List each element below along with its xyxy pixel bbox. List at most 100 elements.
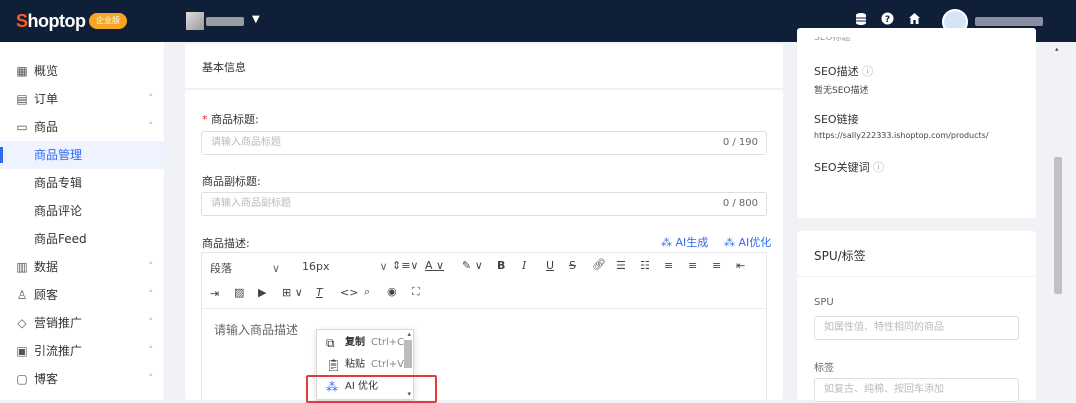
- chevron-down-icon: ∨: [379, 260, 388, 273]
- scroll-up-icon[interactable]: ▴: [1055, 45, 1059, 53]
- chevron-down-icon: ˅: [148, 318, 154, 328]
- chevron-down-icon: ˅: [148, 374, 154, 384]
- indent-icon[interactable]: ⇤: [736, 259, 745, 272]
- paste-icon: 📋︎: [326, 358, 342, 372]
- tag-input[interactable]: 如复古、纯棉、按回车添加: [814, 378, 1019, 402]
- section-title: 基本信息: [202, 61, 246, 74]
- store-name[interactable]: [206, 17, 244, 26]
- seo-title-cutoff: SEO标题: [814, 37, 851, 43]
- marketing-icon: ◇: [17, 316, 27, 330]
- sidebar-item-customers[interactable]: ♙ 顾客 ˅: [0, 281, 165, 309]
- info-icon: ⓘ: [862, 65, 874, 78]
- paragraph-select[interactable]: 段落 ∨: [210, 260, 280, 276]
- sidebar-item-orders[interactable]: ▤ 订单 ˅: [0, 85, 165, 113]
- customer-icon: ♙: [16, 288, 28, 302]
- overview-icon: ▦: [16, 64, 28, 78]
- spu-label: SPU: [814, 297, 834, 308]
- sidebar-item-marketing[interactable]: ◇ 营销推广 ˅: [0, 309, 165, 337]
- sidebar-item-products[interactable]: ▭ 商品 ˄: [0, 113, 165, 141]
- font-color-icon[interactable]: A ∨: [425, 259, 444, 272]
- highlight-icon[interactable]: ✎ ∨: [462, 259, 483, 272]
- italic-icon[interactable]: I: [522, 259, 526, 272]
- shoptop-logo[interactable]: Shoptop: [16, 11, 86, 32]
- store-dropdown-icon[interactable]: ▼: [252, 14, 260, 25]
- user-name[interactable]: [975, 17, 1043, 26]
- ai-wand-icon: ⁂: [661, 236, 672, 249]
- copy-icon: ⧉: [326, 336, 335, 350]
- description-label: 商品描述:: [202, 237, 250, 250]
- align-center-icon[interactable]: ≡: [688, 259, 697, 272]
- numbered-list-icon[interactable]: ☷: [640, 259, 650, 272]
- edition-badge: 企业版: [89, 13, 127, 29]
- svg-text:?: ?: [884, 15, 889, 25]
- sidebar-item-product-management[interactable]: 商品管理: [0, 141, 165, 169]
- spu-input[interactable]: 如属性值、特性相同的商品: [814, 316, 1019, 340]
- store-avatar[interactable]: [186, 12, 204, 30]
- sidebar-item-data[interactable]: ▥ 数据 ˅: [0, 253, 165, 281]
- seo-card: SEO标题 SEO描述 ⓘ 暂无SEO描述 SEO链接 https://sall…: [797, 28, 1036, 218]
- traffic-icon: ▣: [16, 344, 28, 358]
- toolbar-divider: [201, 308, 767, 309]
- underline-icon[interactable]: U: [546, 259, 554, 272]
- context-scrollbar[interactable]: [404, 340, 412, 368]
- basic-info-header: 基本信息: [185, 44, 783, 89]
- table-icon[interactable]: ⊞ ∨: [282, 286, 303, 299]
- outdent-icon[interactable]: ⇥: [210, 287, 219, 300]
- line-height-icon[interactable]: ⇕≡∨: [392, 259, 419, 272]
- link-icon[interactable]: 🔗︎: [592, 258, 606, 271]
- seo-link-value: https://sally222333.ishoptop.com/product…: [814, 131, 989, 140]
- context-paste[interactable]: 📋︎ 粘贴 Ctrl+V: [317, 354, 407, 376]
- order-icon: ▤: [16, 92, 28, 106]
- chevron-up-icon: ˄: [148, 122, 154, 132]
- seo-description-label: SEO描述 ⓘ: [814, 65, 874, 78]
- align-right-icon[interactable]: ≡: [712, 259, 721, 272]
- sidebar-item-product-reviews[interactable]: 商品评论: [0, 197, 165, 225]
- chevron-down-icon: ∨: [272, 262, 281, 275]
- align-left-icon[interactable]: ≡: [664, 259, 673, 272]
- divider: [797, 276, 1036, 277]
- search-icon[interactable]: ⌕: [364, 285, 370, 299]
- chevron-down-icon: ˅: [148, 94, 154, 104]
- video-icon[interactable]: ▶: [258, 286, 266, 299]
- scroll-up-icon[interactable]: ▴: [407, 330, 411, 338]
- blog-icon: ▢: [16, 372, 28, 386]
- data-icon: ▥: [16, 260, 28, 274]
- ai-optimize-button[interactable]: ⁂ AI优化: [724, 234, 771, 250]
- chevron-down-icon: ˅: [148, 290, 154, 300]
- seo-link-label: SEO链接: [814, 113, 859, 126]
- font-size-select[interactable]: 16px ∨: [302, 260, 388, 273]
- sidebar-item-product-collections[interactable]: 商品专辑: [0, 169, 165, 197]
- help-icon[interactable]: ?: [879, 12, 895, 28]
- sidebar-item-product-feed[interactable]: 商品Feed: [0, 225, 165, 253]
- preview-icon[interactable]: ◉: [387, 285, 397, 298]
- chevron-down-icon: ˅: [148, 346, 154, 356]
- sidebar-item-traffic[interactable]: ▣ 引流推广 ˅: [0, 337, 165, 365]
- editor-placeholder[interactable]: 请输入商品描述: [214, 321, 298, 338]
- context-copy[interactable]: ⧉ 复制 Ctrl+C: [317, 332, 407, 354]
- spu-card-title: SPU/标签: [814, 249, 866, 263]
- fullscreen-icon[interactable]: ⛶: [412, 285, 420, 299]
- chevron-down-icon: ˅: [148, 262, 154, 272]
- code-icon[interactable]: <>: [340, 286, 358, 299]
- sidebar-item-blog[interactable]: ▢ 博客 ˅: [0, 365, 165, 393]
- seo-description-value: 暂无SEO描述: [814, 86, 869, 96]
- product-icon: ▭: [16, 120, 28, 134]
- database-icon[interactable]: [853, 12, 869, 28]
- ai-generate-button[interactable]: ⁂ AI生成: [661, 234, 708, 250]
- bold-icon[interactable]: B: [497, 259, 505, 272]
- title-input[interactable]: 请输入商品标题 0 / 190: [201, 131, 767, 155]
- subtitle-label: 商品副标题:: [202, 175, 261, 188]
- highlight-box: [306, 375, 437, 403]
- info-icon: ⓘ: [873, 161, 885, 174]
- page-scrollbar-thumb[interactable]: [1054, 157, 1062, 294]
- sidebar-item-overview[interactable]: ▦ 概览: [0, 57, 165, 85]
- sidebar: ▦ 概览 ▤ 订单 ˅ ▭ 商品 ˄ 商品管理 商品专辑 商品评论 商品Feed ▥ 数据 ˅…: [0, 42, 165, 400]
- strikethrough-icon[interactable]: S: [569, 259, 576, 272]
- spu-tags-card: SPU/标签 SPU 如属性值、特性相同的商品 标签 如复古、纯棉、按回车添加: [797, 231, 1036, 402]
- home-icon[interactable]: [906, 12, 922, 28]
- image-icon[interactable]: ▨: [234, 286, 244, 299]
- bullet-list-icon[interactable]: ☰: [616, 259, 626, 272]
- seo-keywords-label: SEO关键词 ⓘ: [814, 161, 885, 174]
- subtitle-input[interactable]: 请输入商品副标题 0 / 800: [201, 192, 767, 216]
- clear-format-icon[interactable]: T: [316, 286, 323, 299]
